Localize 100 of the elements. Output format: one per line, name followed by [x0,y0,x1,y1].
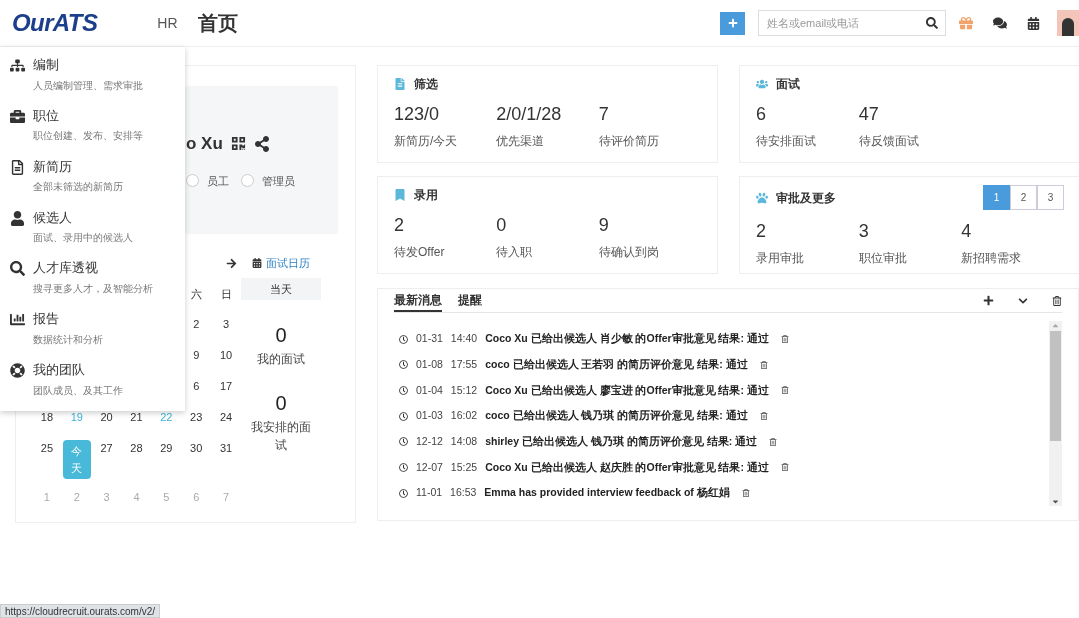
calendar-day[interactable]: 10 [219,347,233,368]
stat-label: 录用审批 [756,250,805,267]
page-button[interactable]: 3 [1037,185,1064,210]
clock-icon [399,385,408,395]
interview-calendar-link[interactable]: 面试日历 [252,252,310,274]
menu-subtitle: 团队成员、及其工作 [33,383,123,398]
menu-item[interactable]: 候选人 面试、录用中的候选人 [0,207,185,259]
add-button[interactable] [720,11,745,35]
menu-item[interactable]: 报告 数据统计和分析 [0,309,185,361]
calendar-day[interactable]: 17 [219,378,233,399]
calendar-day[interactable]: 20 [100,409,113,430]
card-title: 面试 [776,75,800,93]
menu-subtitle: 职位创建、发布、安排等 [33,129,143,144]
calendar-day[interactable]: 21 [130,409,143,430]
menu-item[interactable]: 人才库透视 搜寻更多人才，及智能分析 [0,258,185,310]
role-radio[interactable]: 管理员 [241,172,295,189]
stat-value: 7 [598,103,610,126]
menu-title: 编制 [33,56,60,74]
stat-value: 2/0/1/28 [496,103,563,126]
role-radio[interactable]: 员工 [186,172,229,189]
stat-label: 待安排面试 [756,133,817,150]
card-title: 录用 [414,186,438,204]
card-title: 筛选 [414,75,438,93]
menu-title: 报告 [33,310,60,329]
share-icon[interactable] [253,135,270,152]
briefcase-icon [10,108,25,124]
message-text[interactable]: shirley 已给出候选人 钱乃琪 的简历评价意见 结果: 通过 [485,433,758,450]
stat-value: 2 [394,214,405,237]
calendar-day[interactable]: 23 [190,409,203,430]
clock-icon [399,411,408,421]
clock-icon [399,488,408,498]
message-text[interactable]: Coco Xu 已给出候选人 廖宝进 的Offer审批意见 结果: 通过 [485,382,769,399]
stat-value: 0 [496,214,508,237]
calendar-day[interactable]: 18 [40,409,54,430]
calendar-day[interactable]: 31 [219,440,233,461]
menu-title: 新简历 [33,157,73,176]
calendar-icon[interactable] [1027,16,1040,30]
clock-icon [399,360,408,370]
message-date: 01-03 [416,408,443,424]
calendar-day[interactable]: 24 [219,409,233,430]
menu-item[interactable]: 新简历 全部未筛选的新简历 [0,156,185,208]
paw-icon [756,191,768,204]
document-icon [10,159,25,175]
stat-label: 优先渠道 [496,133,546,150]
brand-logo[interactable]: OurATS [12,5,98,41]
qr-code-icon[interactable] [230,136,246,152]
menu-title: 候选人 [33,208,73,227]
message-tab[interactable]: 提醒 [458,289,482,313]
stat-value: 0 [275,323,287,348]
menu-item[interactable]: 职位 职位创建、发布、安排等 [0,105,185,157]
message-date: 01-04 [416,382,443,398]
scrollbar[interactable] [1049,321,1062,506]
stat-label: 待入职 [496,244,534,261]
stat-value: 3 [858,220,870,243]
message-text[interactable]: coco 已给出候选人 王若羽 的简历评价意见 结果: 通过 [485,356,748,373]
weekday-label: 六 [189,287,203,302]
search-icon[interactable] [926,17,938,29]
search-field[interactable]: 姓名或email或电话 [758,10,946,36]
menu-item[interactable]: 我的团队 团队成员、及其工作 [0,360,185,411]
add-icon[interactable] [983,295,994,307]
message-text[interactable]: Coco Xu 已给出候选人 肖少敏 的Offer审批意见 结果: 通过 [485,331,769,347]
calendar-day[interactable]: 27 [100,440,113,461]
message-time: 14:40 [450,331,478,347]
stat-label: 职位审批 [858,250,908,267]
message-time: 17:55 [450,356,478,372]
scroll-down-icon[interactable] [1051,497,1060,506]
calendar-icon [252,258,262,268]
stat-label: 新招聘需求 [961,250,1023,267]
calendar-day[interactable]: 29 [160,440,173,461]
chat-icon[interactable] [993,16,1007,30]
menu-title: 职位 [33,106,60,125]
calendar-day[interactable]: 2 [193,316,200,337]
stat-label: 新简历/今天 [394,133,459,150]
calendar-day[interactable]: 6 [193,378,200,399]
calendar-day[interactable]: 25 [40,440,54,461]
message-text[interactable]: Coco Xu 已给出候选人 赵庆胜 的Offer审批意见 结果: 通过 [485,459,769,476]
message-text[interactable]: Emma has provided interview feedback of 杨红娟 [484,485,730,502]
message-tab[interactable]: 最新消息 [394,289,442,313]
menu-item[interactable]: 编制 人员编制管理、需求审批 [0,55,185,106]
message-time: 15:12 [450,382,478,398]
calendar-day[interactable]: 3 [223,316,230,337]
clock-icon [399,462,408,472]
calendar-day[interactable]: 9 [193,347,200,368]
today-tab[interactable]: 当天 [241,278,321,300]
avatar[interactable] [1057,10,1079,36]
stat-label: 我安排的面试 [250,419,312,454]
message-text[interactable]: coco 已给出候选人 钱乃琪 的简历评价意见 结果: 通过 [485,408,748,424]
next-month-icon[interactable] [226,257,237,269]
calendar-day[interactable]: 30 [190,440,203,461]
stat-value: 47 [858,103,880,126]
stat-label: 待确认到岗 [598,244,660,261]
calendar-day[interactable]: 28 [130,440,143,461]
page-button[interactable]: 2 [1010,185,1037,210]
chevron-down-icon[interactable] [1018,295,1028,306]
plus-icon [727,18,738,28]
clock-icon [399,437,408,447]
stat-value: 4 [961,220,973,243]
menu-subtitle: 搜寻更多人才，及智能分析 [33,281,153,296]
stat-value: 123/0 [394,103,441,126]
trash-icon[interactable] [1052,295,1062,306]
